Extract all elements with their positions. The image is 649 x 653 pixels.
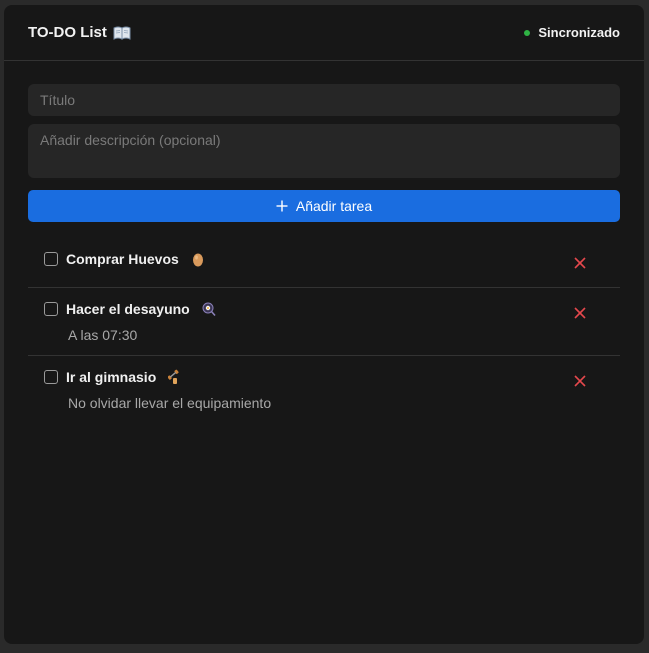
- app-title-text: TO-DO List: [28, 24, 107, 41]
- task-description: No olvidar llevar el equipamiento: [68, 395, 272, 411]
- delete-task-button[interactable]: [574, 256, 586, 269]
- book-icon: [113, 26, 131, 40]
- sync-status: Sincronizado: [524, 25, 620, 40]
- title-input[interactable]: [28, 84, 620, 116]
- description-input[interactable]: [28, 124, 620, 178]
- task-checkbox[interactable]: [44, 252, 58, 266]
- task-title: Ir al gimnasio: [66, 369, 157, 385]
- egg-icon: [191, 251, 205, 267]
- task-item: Ir al gimnasio No olvidar llevar el equi…: [28, 356, 620, 423]
- app-title: TO-DO List: [28, 24, 131, 41]
- task-description: A las 07:30: [68, 327, 138, 343]
- task-title: Hacer el desayuno: [66, 301, 190, 317]
- task-item: Comprar Huevos: [28, 238, 620, 288]
- task-item: Hacer el desayuno A las 07:30: [28, 288, 620, 356]
- task-list: Comprar Huevos Hacer el desayuno A las 0…: [28, 238, 620, 423]
- sync-status-label: Sincronizado: [538, 25, 620, 40]
- delete-task-button[interactable]: [574, 374, 586, 387]
- app-window: TO-DO List Sincronizado Título Añadir de…: [4, 5, 644, 644]
- status-dot-icon: [524, 29, 531, 36]
- add-task-button[interactable]: Añadir tarea: [28, 190, 620, 222]
- task-title: Comprar Huevos: [66, 251, 179, 267]
- dumbbell-icon: [168, 369, 182, 385]
- plus-icon: [276, 200, 288, 212]
- new-task-form: Añadir tarea: [4, 61, 644, 222]
- task-checkbox[interactable]: [44, 302, 58, 316]
- frying-pan-icon: [202, 301, 216, 317]
- add-task-label: Añadir tarea: [295, 198, 373, 214]
- header: TO-DO List Sincronizado: [4, 5, 644, 61]
- delete-task-button[interactable]: [574, 306, 586, 319]
- task-checkbox[interactable]: [44, 370, 58, 384]
